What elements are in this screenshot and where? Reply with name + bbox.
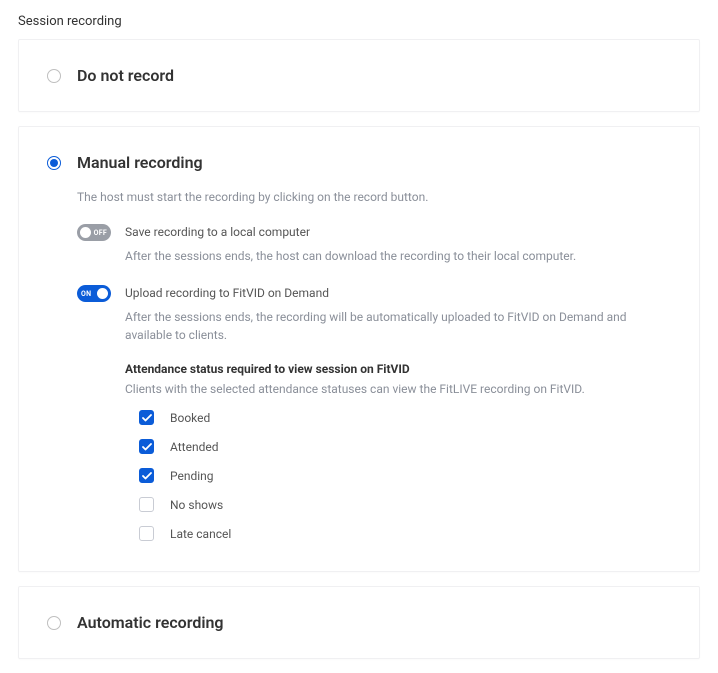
attendance-section: Attendance status required to view sessi… bbox=[77, 362, 671, 541]
attendance-heading: Attendance status required to view sessi… bbox=[125, 362, 671, 376]
radio-icon bbox=[47, 156, 61, 170]
checkbox-row-late-cancel[interactable]: Late cancel bbox=[139, 526, 671, 541]
checkbox-row-no-shows[interactable]: No shows bbox=[139, 497, 671, 512]
radio-label: Manual recording bbox=[77, 153, 203, 172]
checkbox-row-attended[interactable]: Attended bbox=[139, 439, 671, 454]
toggle-content: Upload recording to FitVID on Demand Aft… bbox=[125, 285, 671, 344]
toggle-save-local[interactable]: OFF bbox=[77, 224, 111, 241]
toggle-state-text: ON bbox=[81, 290, 91, 298]
checkbox-icon bbox=[139, 526, 154, 541]
radio-do-not-record[interactable]: Do not record bbox=[47, 66, 671, 85]
toggle-label: Save recording to a local computer bbox=[125, 224, 671, 241]
toggle-content: Save recording to a local computer After… bbox=[125, 224, 671, 265]
toggle-row-save-local: OFF Save recording to a local computer A… bbox=[77, 224, 671, 265]
page-title: Session recording bbox=[0, 0, 718, 39]
toggle-state-text: OFF bbox=[94, 229, 107, 237]
toggle-row-upload-fitvid: ON Upload recording to FitVID on Demand … bbox=[77, 285, 671, 344]
radio-icon bbox=[47, 69, 61, 83]
checkbox-row-pending[interactable]: Pending bbox=[139, 468, 671, 483]
toggle-label: Upload recording to FitVID on Demand bbox=[125, 285, 671, 302]
toggle-description: After the sessions ends, the host can do… bbox=[125, 247, 671, 265]
checkbox-icon bbox=[139, 439, 154, 454]
checkbox-label: Late cancel bbox=[170, 527, 231, 541]
manual-description: The host must start the recording by cli… bbox=[77, 190, 671, 204]
checkbox-icon bbox=[139, 497, 154, 512]
checkbox-label: Pending bbox=[170, 469, 214, 483]
toggle-description: After the sessions ends, the recording w… bbox=[125, 308, 671, 344]
toggle-upload-fitvid[interactable]: ON bbox=[77, 285, 111, 302]
checkbox-label: Booked bbox=[170, 411, 210, 425]
checkbox-icon bbox=[139, 468, 154, 483]
radio-label: Automatic recording bbox=[77, 613, 224, 632]
option-card-manual: Manual recording The host must start the… bbox=[18, 126, 700, 572]
toggle-knob bbox=[80, 227, 91, 238]
toggle-knob bbox=[97, 288, 108, 299]
attendance-description: Clients with the selected attendance sta… bbox=[125, 382, 671, 396]
checkbox-label: Attended bbox=[170, 440, 218, 454]
option-card-do-not-record: Do not record bbox=[18, 39, 700, 112]
attendance-checkbox-list: Booked Attended Pending bbox=[125, 410, 671, 541]
checkbox-icon bbox=[139, 410, 154, 425]
checkbox-label: No shows bbox=[170, 498, 223, 512]
radio-automatic[interactable]: Automatic recording bbox=[47, 613, 671, 632]
radio-manual[interactable]: Manual recording bbox=[47, 153, 671, 172]
option-card-automatic: Automatic recording bbox=[18, 586, 700, 659]
manual-body: The host must start the recording by cli… bbox=[47, 190, 671, 541]
radio-icon bbox=[47, 616, 61, 630]
radio-label: Do not record bbox=[77, 66, 174, 85]
checkbox-row-booked[interactable]: Booked bbox=[139, 410, 671, 425]
